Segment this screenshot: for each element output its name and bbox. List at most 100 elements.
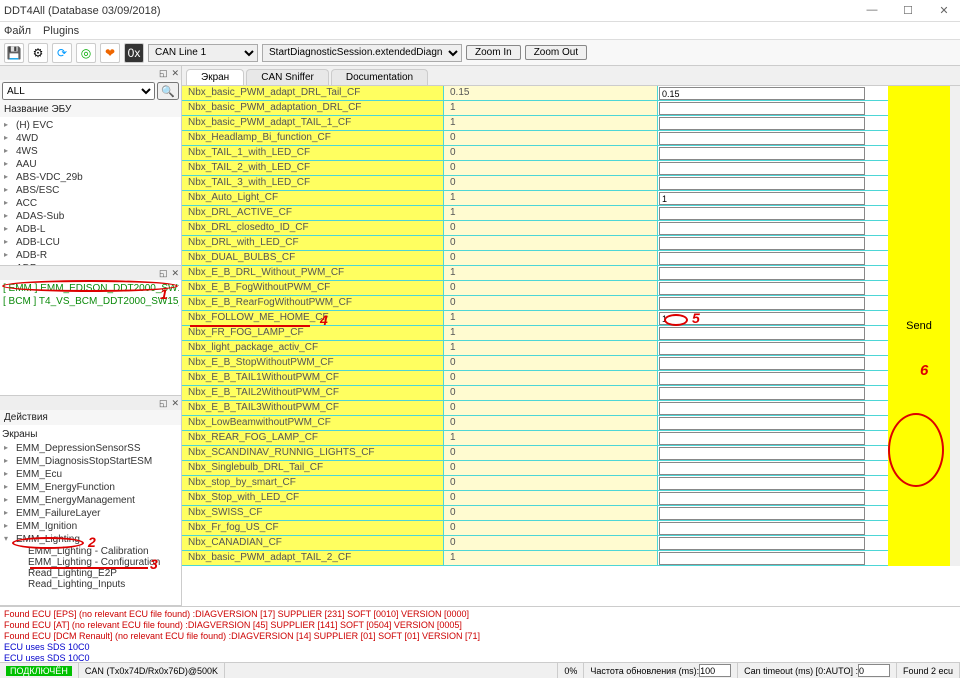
param-input[interactable] bbox=[659, 462, 865, 475]
refresh-input[interactable] bbox=[699, 664, 731, 677]
tree-sub-item[interactable]: Read_Lighting_Inputs bbox=[2, 579, 179, 590]
tree-sub-item[interactable]: EMM_Lighting - Configuration bbox=[2, 557, 179, 568]
param-input[interactable] bbox=[659, 402, 865, 415]
param-name: Nbx_FR_FOG_LAMP_CF bbox=[182, 326, 444, 340]
param-input[interactable] bbox=[659, 267, 865, 280]
save-icon[interactable]: 💾 bbox=[4, 43, 24, 63]
param-input[interactable] bbox=[659, 147, 865, 160]
param-input[interactable] bbox=[659, 207, 865, 220]
param-input[interactable] bbox=[659, 87, 865, 100]
panel-close-icon[interactable]: ✕ bbox=[171, 268, 179, 279]
param-input[interactable] bbox=[659, 447, 865, 460]
tree-item[interactable]: EMM_DepressionSensorSS bbox=[2, 442, 179, 455]
tree-item[interactable]: ABS-VDC_29b bbox=[2, 171, 179, 184]
param-input[interactable] bbox=[659, 297, 865, 310]
gear-icon[interactable]: ⚙ bbox=[28, 43, 48, 63]
param-input[interactable] bbox=[659, 387, 865, 400]
param-input[interactable] bbox=[659, 192, 865, 205]
param-input[interactable] bbox=[659, 477, 865, 490]
panel-close-icon[interactable]: ✕ bbox=[171, 68, 179, 79]
param-input[interactable] bbox=[659, 372, 865, 385]
undock-icon[interactable]: ◱ bbox=[159, 268, 168, 279]
param-input[interactable] bbox=[659, 537, 865, 550]
tab-docs[interactable]: Documentation bbox=[331, 69, 428, 85]
ecu-variant-list[interactable]: [ EMM ] EMM_EDISON_DDT2000_SW13_1_V1_2 [… bbox=[0, 280, 181, 395]
status-bus: CAN (Tx0x74D/Rx0x76D)@500K bbox=[79, 663, 225, 678]
param-input[interactable] bbox=[659, 357, 865, 370]
screens-tree[interactable]: Экраны EMM_DepressionSensorSSEMM_Diagnos… bbox=[0, 425, 181, 605]
param-input[interactable] bbox=[659, 177, 865, 190]
table-row: Nbx_TAIL_1_with_LED_CF0 bbox=[182, 146, 888, 161]
tree-item[interactable]: ABS/ESC bbox=[2, 184, 179, 197]
param-input[interactable] bbox=[659, 132, 865, 145]
tree-item[interactable]: 4WD bbox=[2, 132, 179, 145]
param-input[interactable] bbox=[659, 222, 865, 235]
filter-select[interactable]: ALL bbox=[2, 82, 155, 100]
param-value: 0 bbox=[444, 401, 658, 415]
param-input[interactable] bbox=[659, 237, 865, 250]
tree-item[interactable]: ADB-R bbox=[2, 249, 179, 262]
list-item[interactable]: [ BCM ] T4_VS_BCM_DDT2000_SW15_1 bbox=[2, 295, 179, 308]
tree-item[interactable]: 4WS bbox=[2, 145, 179, 158]
tree-item[interactable]: AAU bbox=[2, 158, 179, 171]
canline-select[interactable]: CAN Line 1 bbox=[148, 44, 258, 62]
param-input[interactable] bbox=[659, 432, 865, 445]
param-input[interactable] bbox=[659, 117, 865, 130]
send-button[interactable]: Send bbox=[888, 86, 950, 566]
panel-close-icon[interactable]: ✕ bbox=[171, 398, 179, 409]
tab-screen[interactable]: Экран bbox=[186, 69, 244, 85]
zoomin-button[interactable]: Zoom In bbox=[466, 45, 521, 60]
param-name: Nbx_CANADIAN_CF bbox=[182, 536, 444, 550]
param-input[interactable] bbox=[659, 552, 865, 565]
tree-sub-item[interactable]: Read_Lighting_E2P bbox=[2, 568, 179, 579]
param-input[interactable] bbox=[659, 327, 865, 340]
session-select[interactable]: StartDiagnosticSession.extendedDiagnosti… bbox=[262, 44, 462, 62]
menu-plugins[interactable]: Plugins bbox=[43, 25, 79, 37]
param-input[interactable] bbox=[659, 282, 865, 295]
maximize-icon[interactable]: ☐ bbox=[896, 4, 920, 17]
param-name: Nbx_Singlebulb_DRL_Tail_CF bbox=[182, 461, 444, 475]
param-input[interactable] bbox=[659, 492, 865, 505]
tree-item[interactable]: EMM_Lighting bbox=[2, 533, 179, 546]
minimize-icon[interactable]: — bbox=[860, 4, 884, 17]
ecu-tree[interactable]: (H) EVC4WD4WSAAUABS-VDC_29bABS/ESCACCADA… bbox=[0, 117, 181, 265]
hex-icon[interactable]: 0x bbox=[124, 43, 144, 63]
undock-icon[interactable]: ◱ bbox=[159, 398, 168, 409]
param-input[interactable] bbox=[659, 252, 865, 265]
tree-item[interactable]: EMM_Ignition bbox=[2, 520, 179, 533]
tree-item[interactable]: ADB-L bbox=[2, 223, 179, 236]
search-button[interactable]: 🔍 bbox=[157, 82, 179, 100]
tree-item[interactable]: EMM_EnergyFunction bbox=[2, 481, 179, 494]
tree-item[interactable]: EMM_EnergyManagement bbox=[2, 494, 179, 507]
param-input[interactable] bbox=[659, 522, 865, 535]
param-name: Nbx_Headlamp_Bi_function_CF bbox=[182, 131, 444, 145]
tree-sub-item[interactable]: EMM_Lighting - Calibration bbox=[2, 546, 179, 557]
tree-item[interactable]: ADAS-Sub bbox=[2, 210, 179, 223]
param-input[interactable] bbox=[659, 102, 865, 115]
tree-item[interactable]: ACC bbox=[2, 197, 179, 210]
zoomout-button[interactable]: Zoom Out bbox=[525, 45, 587, 60]
menu-file[interactable]: Файл bbox=[4, 25, 31, 37]
tree-item[interactable]: ADP bbox=[2, 262, 179, 265]
table-row: Nbx_E_B_StopWithoutPWM_CF0 bbox=[182, 356, 888, 371]
heart-icon[interactable]: ❤ bbox=[100, 43, 120, 63]
tree-item[interactable]: EMM_Ecu bbox=[2, 468, 179, 481]
param-name: Nbx_E_B_TAIL3WithoutPWM_CF bbox=[182, 401, 444, 415]
close-icon[interactable]: ✕ bbox=[932, 4, 956, 17]
list-item[interactable]: [ EMM ] EMM_EDISON_DDT2000_SW13_1_V1_2 bbox=[2, 282, 179, 295]
target-icon[interactable]: ◎ bbox=[76, 43, 96, 63]
table-row: Nbx_light_package_activ_CF1 bbox=[182, 341, 888, 356]
tab-sniffer[interactable]: CAN Sniffer bbox=[246, 69, 329, 85]
undock-icon[interactable]: ◱ bbox=[159, 68, 168, 79]
tree-item[interactable]: EMM_DiagnosisStopStartESM bbox=[2, 455, 179, 468]
refresh-icon[interactable]: ⟳ bbox=[52, 43, 72, 63]
tree-item[interactable]: (H) EVC bbox=[2, 119, 179, 132]
param-input[interactable] bbox=[659, 342, 865, 355]
param-input[interactable] bbox=[659, 507, 865, 520]
param-input[interactable] bbox=[659, 417, 865, 430]
param-input[interactable] bbox=[659, 162, 865, 175]
tree-item[interactable]: ADB-LCU bbox=[2, 236, 179, 249]
tree-item[interactable]: EMM_FailureLayer bbox=[2, 507, 179, 520]
timeout-input[interactable] bbox=[858, 664, 890, 677]
param-input[interactable] bbox=[659, 312, 865, 325]
